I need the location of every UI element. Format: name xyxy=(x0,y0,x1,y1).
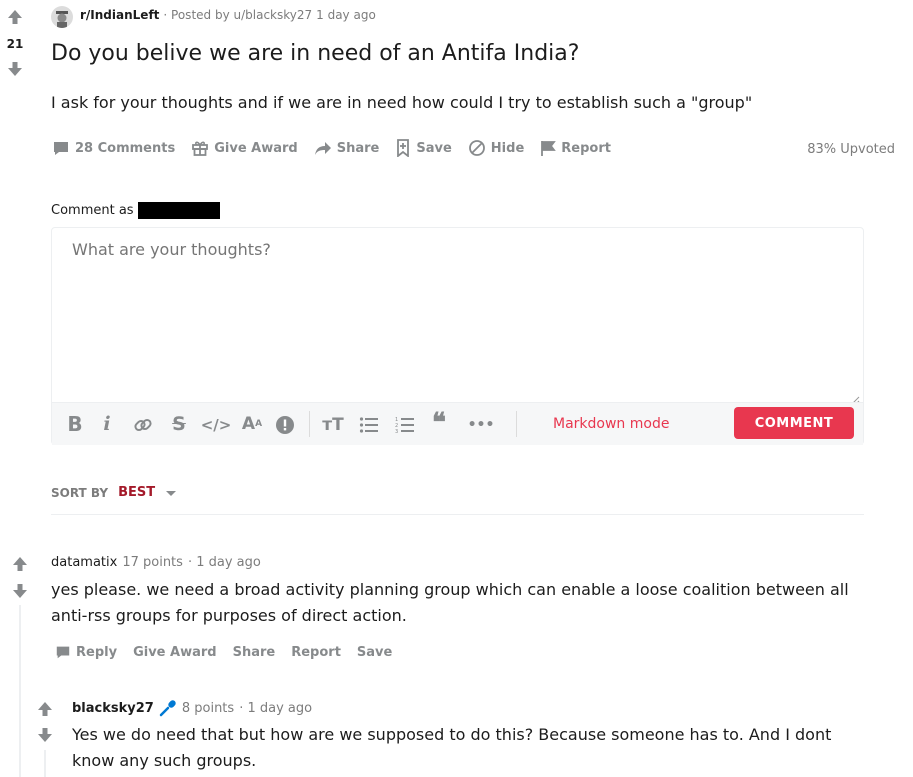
flag-icon xyxy=(541,141,557,156)
report-button[interactable]: Report xyxy=(540,139,611,157)
italic-icon[interactable]: i xyxy=(98,413,116,435)
toolbar-divider-2 xyxy=(516,411,517,437)
save-button[interactable]: Save xyxy=(357,645,392,660)
report-label: Report xyxy=(561,140,611,156)
resize-handle[interactable] xyxy=(850,390,860,405)
svg-text:3: 3 xyxy=(395,429,398,434)
share-button[interactable]: Share xyxy=(233,645,276,660)
share-button[interactable]: Share xyxy=(314,139,380,157)
reply-upvote-icon[interactable] xyxy=(36,700,54,718)
hide-button[interactable]: Hide xyxy=(468,139,524,157)
numbered-list-icon[interactable]: 123 xyxy=(394,414,416,436)
upvote-arrow-icon[interactable] xyxy=(6,8,24,26)
give-award-button[interactable]: Give Award xyxy=(133,645,217,660)
vote-count: 21 xyxy=(6,37,24,51)
subreddit-link[interactable]: r/IndianLeft xyxy=(80,8,159,22)
comment-points: 17 points xyxy=(122,555,183,570)
share-icon xyxy=(314,142,331,155)
comment-icon xyxy=(56,646,70,659)
give-award-button[interactable]: Give Award xyxy=(191,139,298,157)
comment-as-label: Comment as xyxy=(51,203,134,218)
microphone-icon xyxy=(159,700,176,717)
give-award-label: Give Award xyxy=(214,140,298,156)
comment-textarea[interactable] xyxy=(52,228,863,402)
quote-icon[interactable]: ❝ xyxy=(428,408,450,438)
reply-age: · 1 day ago xyxy=(239,700,313,716)
hide-icon xyxy=(468,140,485,156)
comments-label: 28 Comments xyxy=(75,140,176,156)
reply-downvote-icon[interactable] xyxy=(36,726,54,744)
editor-toolbar: B i S </> AA ᴛT 123 ❝ ••• Markdown mode … xyxy=(52,402,863,445)
comment-icon xyxy=(54,142,68,155)
spoiler-icon[interactable] xyxy=(274,414,296,436)
reply-text-line-2: know any such groups. xyxy=(72,751,257,770)
reply-text-line-1: Yes we do need that but how are we suppo… xyxy=(72,725,832,744)
post-body: I ask for your thoughts and if we are in… xyxy=(51,93,753,112)
upvoted-percentage: 83% Upvoted xyxy=(807,142,895,157)
reply-points: 8 points xyxy=(181,700,235,716)
downvote-arrow-icon[interactable] xyxy=(6,60,24,78)
link-icon[interactable] xyxy=(132,414,154,436)
toolbar-divider xyxy=(309,411,310,437)
comment-age: · 1 day ago xyxy=(187,555,261,570)
report-button[interactable]: Report xyxy=(291,645,341,660)
superscript-icon[interactable]: AA xyxy=(240,413,264,435)
comment-upvote-icon[interactable] xyxy=(11,555,29,573)
comment-text-line-1: yes please. we need a broad activity pla… xyxy=(51,580,849,599)
markdown-mode-link[interactable]: Markdown mode xyxy=(553,416,669,432)
bookmark-icon xyxy=(397,139,410,157)
bold-icon[interactable]: B xyxy=(64,412,86,436)
save-label: Save xyxy=(416,140,452,156)
comment-author[interactable]: datamatix xyxy=(51,555,117,570)
comment-submit-button[interactable]: COMMENT xyxy=(734,407,854,439)
post-title: Do you belive we are in need of an Antif… xyxy=(51,41,580,66)
comment-downvote-icon[interactable] xyxy=(11,582,29,600)
reply-label: Reply xyxy=(76,644,118,660)
sort-by-label: SORT BY xyxy=(51,485,109,500)
comments-button[interactable]: 28 Comments xyxy=(52,139,175,157)
posted-by[interactable]: · Posted by u/blacksky27 xyxy=(163,8,312,22)
hide-label: Hide xyxy=(490,140,525,156)
sort-dropdown[interactable]: BEST xyxy=(118,485,177,500)
gift-icon xyxy=(192,141,209,156)
post-age: 1 day ago xyxy=(316,8,376,22)
reply-author[interactable]: blacksky27 xyxy=(72,701,154,716)
redacted-username xyxy=(137,202,220,219)
share-label: Share xyxy=(336,140,380,156)
code-icon[interactable]: </> xyxy=(201,414,232,436)
heading-icon[interactable]: ᴛT xyxy=(322,414,344,436)
comment-editor: B i S </> AA ᴛT 123 ❝ ••• Markdown mode … xyxy=(51,227,864,445)
subreddit-avatar[interactable] xyxy=(51,6,73,28)
sort-divider xyxy=(51,514,864,515)
strikethrough-icon[interactable]: S xyxy=(168,413,190,435)
sort-value: BEST xyxy=(118,485,156,500)
thread-line[interactable] xyxy=(19,605,21,777)
chevron-down-icon xyxy=(166,490,177,496)
save-button[interactable]: Save xyxy=(395,139,452,157)
bulleted-list-icon[interactable] xyxy=(358,414,380,436)
reply-thread-line[interactable] xyxy=(44,750,46,777)
more-options-icon[interactable]: ••• xyxy=(468,414,495,436)
comment-text-line-2: anti-rss groups for purposes of direct a… xyxy=(51,606,407,625)
reply-button[interactable]: Reply xyxy=(55,644,117,660)
